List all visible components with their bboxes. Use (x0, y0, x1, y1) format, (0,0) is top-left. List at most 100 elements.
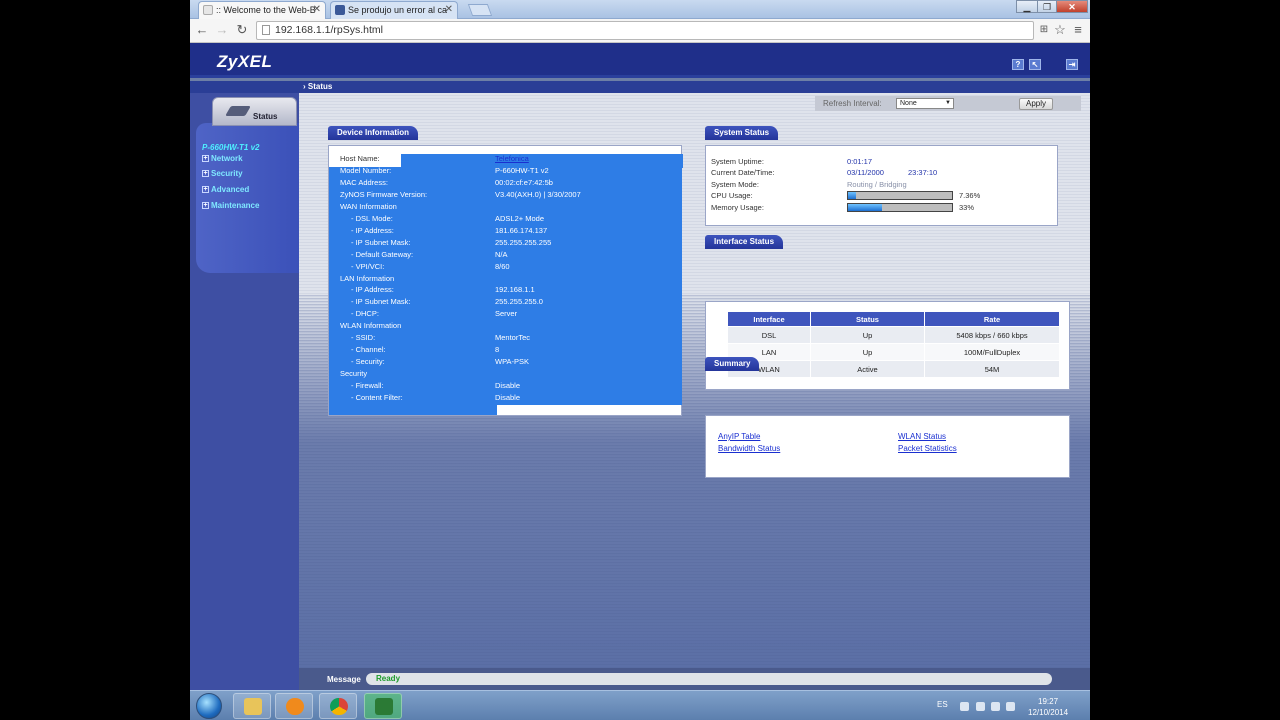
device-info-label: - Content Filter: (351, 393, 403, 402)
explorer-taskbar-button[interactable] (233, 693, 271, 719)
device-info-label: Model Number: (340, 165, 392, 175)
reload-icon[interactable]: ↻ (234, 22, 250, 38)
refresh-interval-select[interactable]: None ▼ (896, 98, 954, 109)
tray-network-icon[interactable] (991, 702, 1000, 711)
tray-monitor-icon[interactable] (976, 702, 985, 711)
tray-flag-icon[interactable] (960, 702, 969, 711)
device-info-value: Disable (495, 393, 521, 402)
router-header: ZyXEL ? ↖ ⇥ (190, 43, 1090, 78)
bandwidth-status-link[interactable]: Bandwidth Status (718, 444, 780, 453)
nav-item-maintenance[interactable]: + Maintenance (202, 201, 259, 211)
left-navigation: Status P-660HW-T1 v2 + Network + Security … (190, 93, 299, 690)
taskbar-clock[interactable]: 19:27 12/10/2014 (1028, 696, 1068, 718)
tab-strip: :: Welcome to the Web-B ✕ Se produjo un … (190, 0, 1090, 19)
device-info-label: - IP Address: (351, 285, 394, 295)
cpu-usage-fill (848, 192, 856, 199)
content-area: Refresh Interval: None ▼ Apply Device In… (299, 93, 1090, 668)
tray-volume-icon[interactable] (1006, 702, 1015, 711)
minimize-button[interactable]: ▁ (1016, 0, 1038, 13)
device-info-value: N/A (495, 249, 508, 259)
maximize-button[interactable]: ❐ (1037, 0, 1057, 13)
new-tab-button[interactable] (467, 4, 493, 16)
text-selection (329, 404, 497, 415)
start-button[interactable] (196, 693, 222, 719)
device-info-label: - DSL Mode: (351, 213, 393, 223)
refresh-interval-label: Refresh Interval: (823, 99, 882, 108)
back-arrow-icon[interactable]: ← (194, 22, 210, 38)
device-info-label: - VPI/VCI: (351, 261, 385, 271)
folder-icon (244, 698, 262, 715)
device-info-label: - IP Subnet Mask: (351, 237, 411, 247)
logout-icon[interactable]: ⇥ (1066, 59, 1078, 70)
device-info-label: - IP Address: (351, 225, 394, 235)
translate-icon[interactable]: ⊞ (1036, 22, 1052, 38)
status-tab[interactable]: Status (212, 97, 297, 126)
address-bar[interactable]: 192.168.1.1/rpSys.html (256, 21, 1034, 40)
expand-icon: + (202, 170, 209, 178)
device-info-value: Disable (495, 381, 521, 391)
chrome-taskbar-button[interactable] (319, 693, 357, 719)
title-bar: › Status (190, 81, 1090, 93)
browser-window: :: Welcome to the Web-B ✕ Se produjo un … (190, 0, 1090, 690)
device-info-label: LAN Information (340, 273, 395, 283)
device-info-value: 181.66.174.137 (495, 225, 548, 235)
column-header-status: Status (810, 311, 925, 327)
menu-icon[interactable]: ≡ (1070, 22, 1086, 38)
zyxel-logo: ZyXEL (217, 52, 273, 71)
device-info-label: Host Name: (340, 154, 380, 163)
device-info-label: - Firewall: (351, 381, 384, 391)
help-icon[interactable]: ? (1012, 59, 1024, 70)
bookmark-star-icon[interactable]: ☆ (1052, 22, 1068, 38)
device-information-header: Device Information (328, 126, 419, 140)
close-window-button[interactable]: ✕ (1056, 0, 1088, 13)
clock-date: 12/10/2014 (1028, 708, 1069, 717)
device-info-value: 255.255.255.255 (495, 237, 552, 247)
desktop-screen: :: Welcome to the Web-B ✕ Se produjo un … (0, 0, 1280, 720)
forward-arrow-icon[interactable]: → (214, 22, 230, 38)
status-cell: Up (810, 343, 925, 361)
media-player-taskbar-button[interactable] (275, 693, 313, 719)
rate-cell: 54M (924, 360, 1060, 378)
router-icon (225, 106, 251, 116)
nav-item-security[interactable]: + Security (202, 169, 243, 179)
system-mode-value: Routing / Bridging (847, 180, 907, 189)
table-header-row: Interface Status Rate (727, 311, 1060, 327)
system-mode-label: System Mode: (711, 180, 759, 189)
wizard-icon[interactable]: ↖ (1029, 59, 1041, 70)
cpu-usage-percent: 7.36% (959, 191, 981, 200)
interface-cell: DSL (727, 326, 811, 344)
message-value: Ready (376, 674, 401, 683)
network-app-taskbar-button[interactable] (364, 693, 402, 719)
nav-item-network[interactable]: + Network (202, 154, 243, 164)
device-info-label: - DHCP: (351, 309, 379, 319)
table-row: LAN Up 100M/FullDuplex (727, 343, 1060, 361)
host-name-link[interactable]: Telefonica (495, 154, 529, 164)
device-info-value: P-660HW-T1 v2 (495, 165, 549, 175)
device-info-label: Security (340, 369, 368, 379)
tab-router-welcome[interactable]: :: Welcome to the Web-B ✕ (198, 1, 326, 19)
system-status-panel: System Uptime: 0:01:17 Current Date/Time… (705, 145, 1058, 226)
expand-icon: + (202, 202, 209, 210)
uptime-label: System Uptime: (711, 157, 764, 166)
nav-item-advanced[interactable]: + Advanced (202, 185, 249, 195)
close-tab-icon[interactable]: ✕ (445, 2, 453, 18)
device-info-value: 255.255.255.0 (495, 297, 543, 307)
device-info-label: - Security: (351, 357, 385, 367)
device-info-value: WPA-PSK (495, 357, 530, 367)
device-info-value: ADSL2+ Mode (495, 213, 544, 223)
address-text: 192.168.1.1/rpSys.html (275, 24, 383, 36)
language-indicator[interactable]: ES (937, 700, 948, 709)
packet-statistics-link[interactable]: Packet Statistics (898, 444, 957, 453)
page-icon (262, 25, 270, 35)
summary-panel: AnyIP Table WLAN Status Bandwidth Status… (705, 415, 1070, 478)
tab-facebook-error[interactable]: Se produjo un error al ca ✕ (330, 1, 458, 19)
memory-usage-fill (848, 204, 883, 211)
dropdown-arrow-icon: ▼ (945, 100, 951, 106)
clock-time: 19:27 (1038, 697, 1059, 706)
anyip-table-link[interactable]: AnyIP Table (718, 432, 760, 441)
memory-usage-percent: 33% (959, 203, 975, 212)
close-tab-icon[interactable]: ✕ (313, 2, 321, 18)
device-info-label: MAC Address: (340, 177, 388, 187)
apply-button[interactable]: Apply (1019, 98, 1053, 110)
wlan-status-link[interactable]: WLAN Status (898, 432, 946, 441)
